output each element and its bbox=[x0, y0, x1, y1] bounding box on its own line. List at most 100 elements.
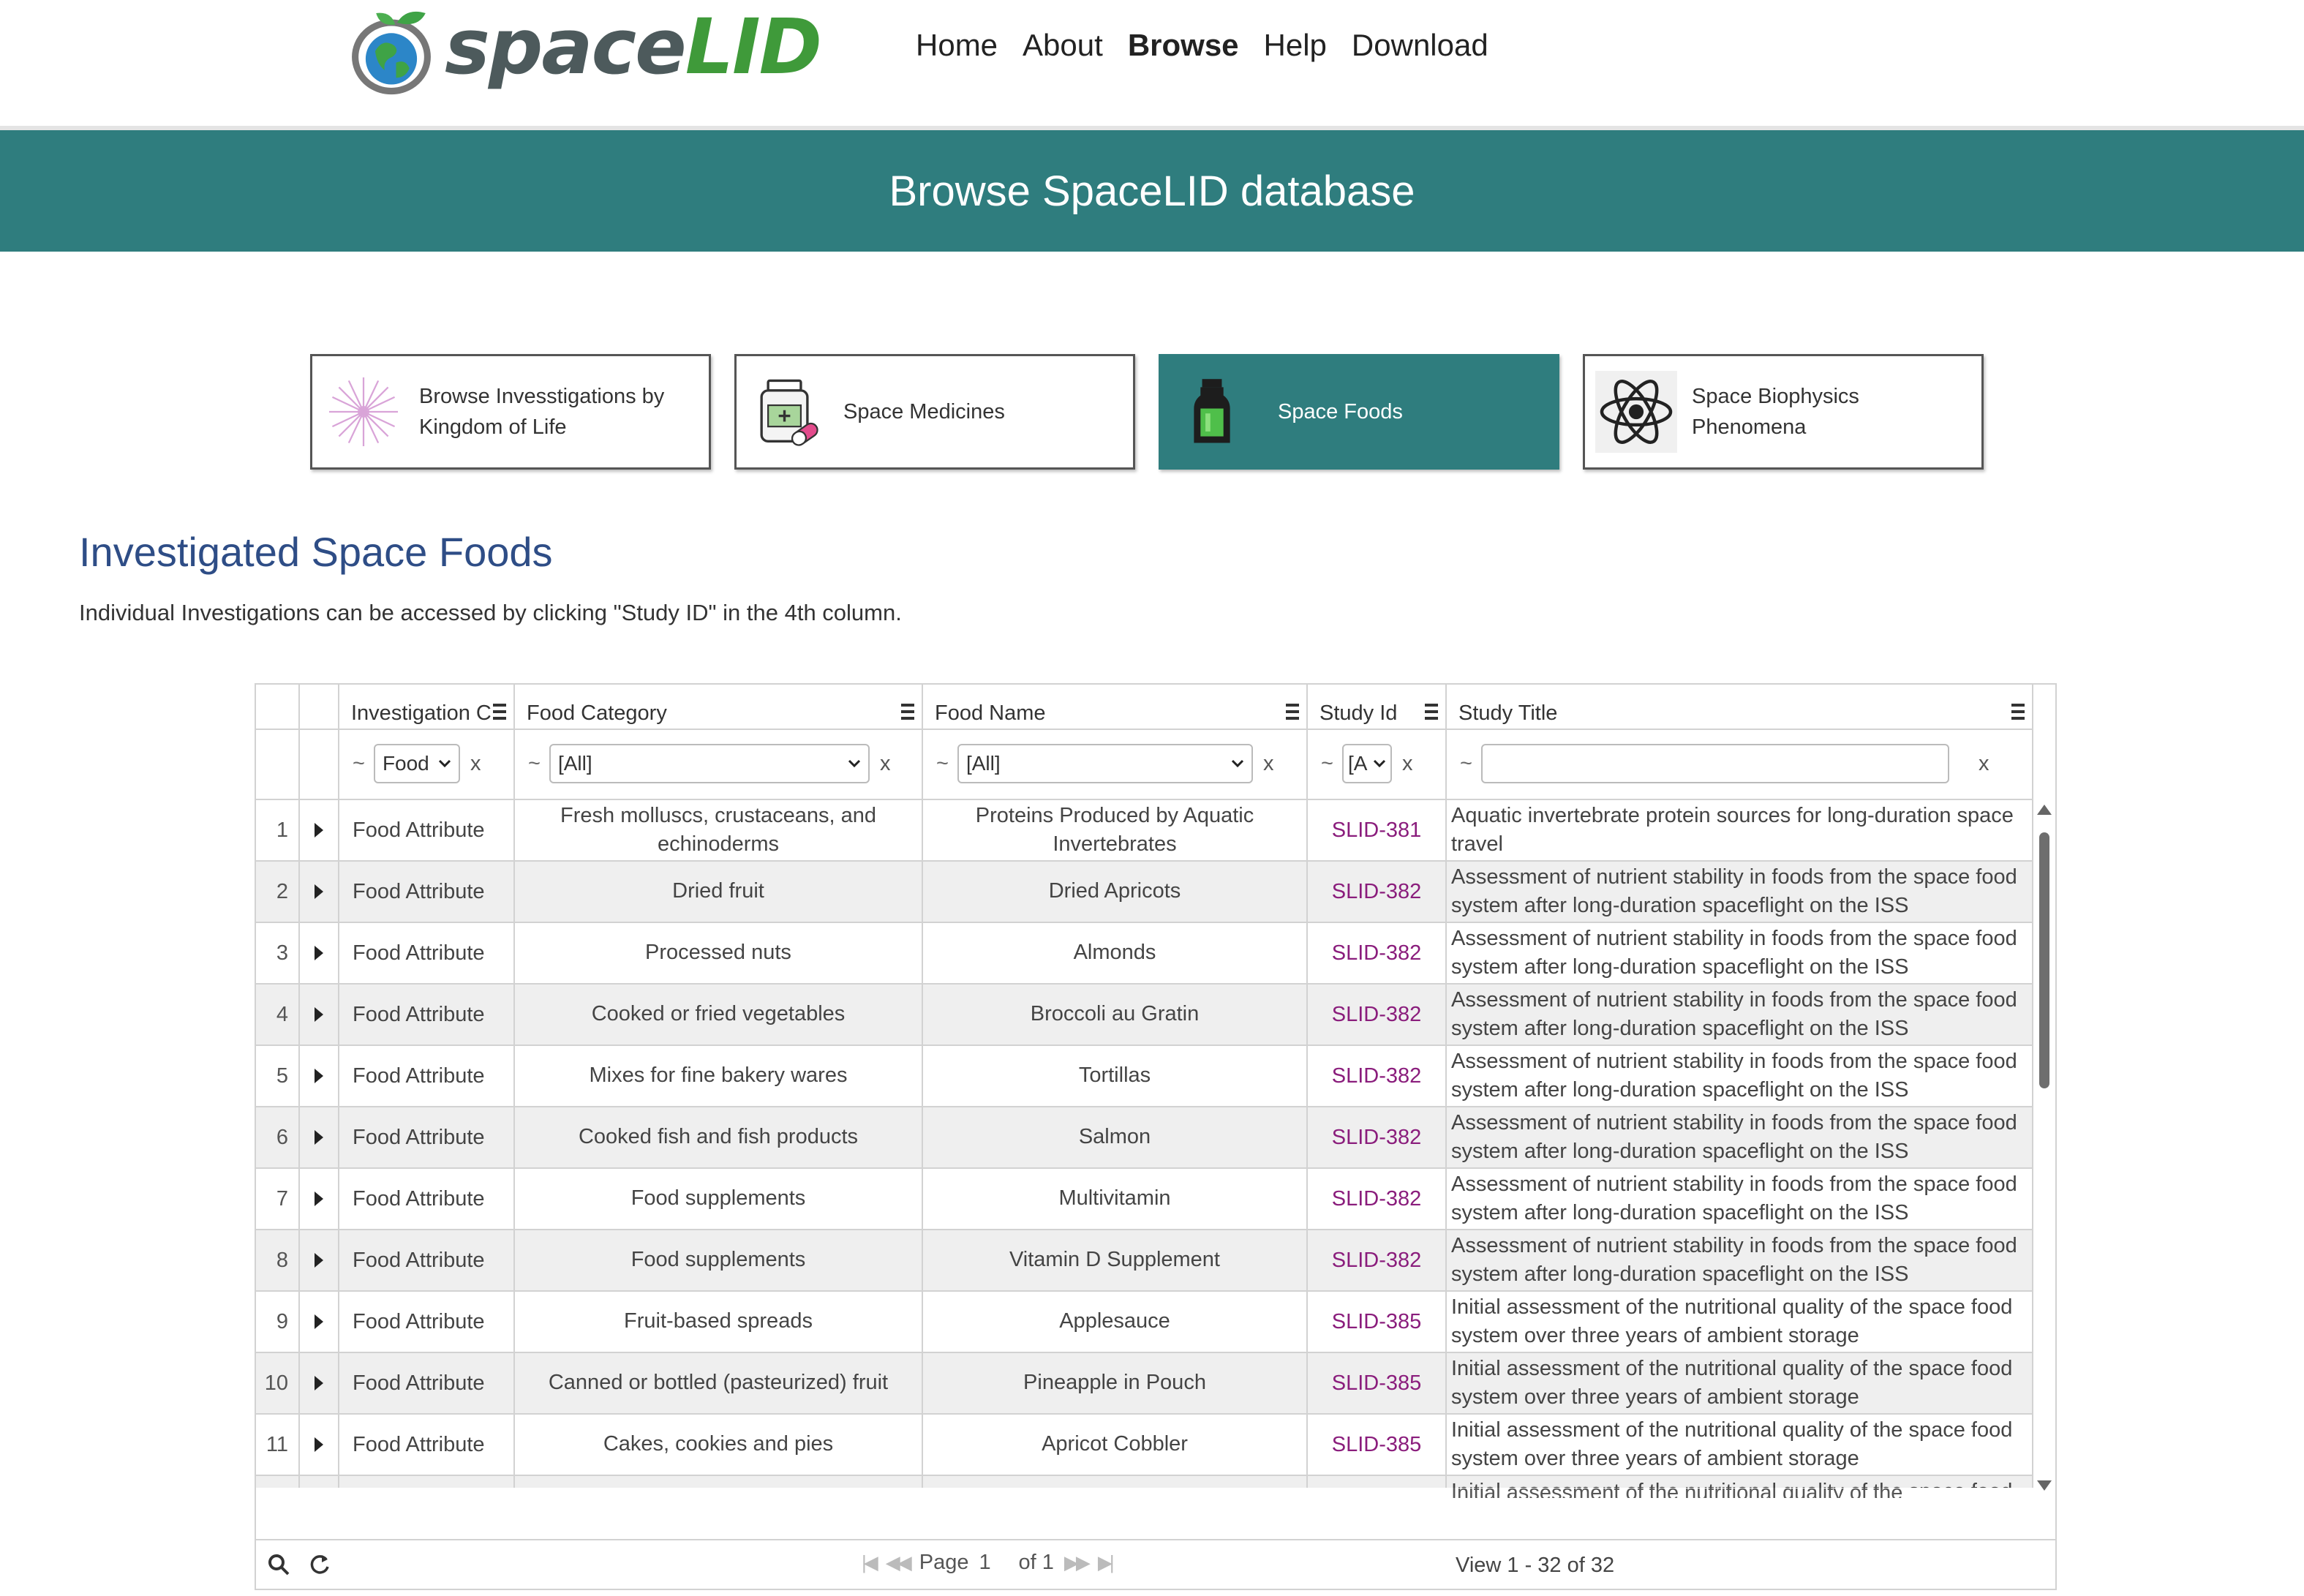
clear-filter-button[interactable]: x bbox=[880, 752, 891, 776]
page-title: Investigated Space Foods bbox=[79, 529, 553, 575]
clear-filter-button[interactable]: x bbox=[1979, 752, 1989, 776]
clear-filter-button[interactable]: x bbox=[1402, 752, 1413, 776]
expand-row-button[interactable] bbox=[300, 1107, 339, 1167]
nav-home[interactable]: Home bbox=[916, 28, 998, 63]
prev-page-icon[interactable]: ◀◀ bbox=[886, 1551, 912, 1574]
chevron-down-icon bbox=[438, 759, 451, 768]
filter-blank bbox=[256, 729, 300, 799]
food-category-filter-select[interactable]: [All] bbox=[549, 744, 870, 783]
filter-operator[interactable]: ~ bbox=[1321, 752, 1333, 776]
expand-row-button[interactable] bbox=[300, 985, 339, 1044]
clear-filter-button[interactable]: x bbox=[1263, 752, 1274, 776]
expand-row-button[interactable] bbox=[300, 862, 339, 922]
table-row[interactable]: 5 Food Attribute Mixes for fine bakery war… bbox=[256, 1046, 2033, 1107]
scrollbar-thumb[interactable] bbox=[2039, 832, 2049, 1088]
expand-row-button[interactable] bbox=[300, 1046, 339, 1106]
last-page-icon[interactable]: ▶| bbox=[1098, 1551, 1115, 1574]
next-page-icon[interactable]: ▶▶ bbox=[1064, 1551, 1091, 1574]
cell-study-title: Initial assessment of the nutritional qu… bbox=[1447, 1415, 2033, 1475]
study-title-filter-input[interactable] bbox=[1480, 744, 1949, 783]
card-space-medicines[interactable]: Space Medicines bbox=[734, 354, 1135, 470]
study-id-link[interactable]: SLID-385 bbox=[1308, 1415, 1447, 1475]
study-id-link[interactable]: SLID-385 bbox=[1308, 1476, 1447, 1488]
filter-row: ~ Food x ~ [All] x ~ [All] x ~ [A x ~ x bbox=[256, 729, 2033, 800]
investigation-filter-select[interactable]: Food bbox=[373, 744, 460, 783]
cell-study-title: Aquatic invertebrate protein sources for… bbox=[1447, 800, 2033, 860]
table-row[interactable]: 12 Food AttributeFruit juiceOrange DrinkS… bbox=[256, 1476, 2033, 1488]
header-food-category[interactable]: Food Category bbox=[515, 685, 923, 729]
expand-row-button[interactable] bbox=[300, 1292, 339, 1352]
table-row[interactable]: 2 Food Attribute Dried fruit Dried Apricots… bbox=[256, 862, 2033, 923]
header-food-name-label: Food Name bbox=[935, 701, 1046, 725]
expand-row-button[interactable] bbox=[300, 1476, 339, 1488]
study-id-link[interactable]: SLID-381 bbox=[1308, 800, 1447, 860]
chevron-down-icon bbox=[1373, 759, 1385, 768]
expand-row-button[interactable] bbox=[300, 923, 339, 983]
nav-browse[interactable]: Browse bbox=[1128, 28, 1239, 63]
table-row[interactable]: 9 Food Attribute Fruit-based spreads Apples… bbox=[256, 1292, 2033, 1353]
study-id-link[interactable]: SLID-382 bbox=[1308, 985, 1447, 1044]
scroll-down-icon[interactable] bbox=[2037, 1480, 2052, 1491]
page-input[interactable]: 1 bbox=[979, 1551, 1008, 1575]
study-id-link[interactable]: SLID-382 bbox=[1308, 1046, 1447, 1106]
table-row[interactable]: 4 Food Attribute Cooked or fried vegetable… bbox=[256, 985, 2033, 1046]
cell-food-category: Cooked fish and fish products bbox=[515, 1107, 923, 1167]
table-row[interactable]: 11 Food Attribute Cakes, cookies and pies A… bbox=[256, 1415, 2033, 1476]
table-row[interactable]: 6 Food Attribute Cooked fish and fish prod… bbox=[256, 1107, 2033, 1169]
study-id-link[interactable]: SLID-385 bbox=[1308, 1292, 1447, 1352]
expand-row-button[interactable] bbox=[300, 800, 339, 860]
food-name-filter-select[interactable]: [All] bbox=[957, 744, 1253, 783]
table-row[interactable]: 3 Food Attribute Processed nuts Almonds SLID… bbox=[256, 923, 2033, 985]
table-row[interactable]: 1 Food Attribute Fresh molluscs, crustacea… bbox=[256, 800, 2033, 862]
filter-operator[interactable]: ~ bbox=[936, 752, 949, 776]
filter-operator[interactable]: ~ bbox=[528, 752, 541, 776]
spacelid-logo[interactable]: spaceLID bbox=[344, 0, 822, 102]
study-id-filter-select[interactable]: [A bbox=[1341, 744, 1392, 783]
clear-filter-button[interactable]: x bbox=[470, 752, 481, 776]
study-id-link[interactable]: SLID-382 bbox=[1308, 923, 1447, 983]
nav-help[interactable]: Help bbox=[1264, 28, 1327, 63]
study-id-link[interactable]: SLID-382 bbox=[1308, 1230, 1447, 1290]
column-menu-icon[interactable] bbox=[1286, 704, 1299, 720]
search-icon[interactable] bbox=[266, 1552, 291, 1577]
space-foods-grid: Investigation C Food Category Food Name … bbox=[255, 683, 2057, 1590]
expand-row-button[interactable] bbox=[300, 1230, 339, 1290]
first-page-icon[interactable]: |◀ bbox=[862, 1551, 878, 1574]
card-kingdom-of-life[interactable]: Browse Invesstigations by Kingdom of Lif… bbox=[310, 354, 711, 470]
filter-investigation: ~ Food x bbox=[339, 729, 515, 799]
nav-about[interactable]: About bbox=[1023, 28, 1103, 63]
column-menu-icon[interactable] bbox=[901, 704, 914, 720]
filter-operator[interactable]: ~ bbox=[1460, 752, 1472, 776]
study-id-link[interactable]: SLID-382 bbox=[1308, 862, 1447, 922]
grid-scrollbar[interactable] bbox=[2033, 800, 2055, 1532]
expand-row-button[interactable] bbox=[300, 1353, 339, 1413]
study-id-link[interactable]: SLID-385 bbox=[1308, 1353, 1447, 1413]
chevron-down-icon bbox=[1231, 759, 1243, 768]
column-menu-icon[interactable] bbox=[2011, 704, 2025, 720]
study-id-link[interactable]: SLID-382 bbox=[1308, 1107, 1447, 1167]
cell-food-name: Applesauce bbox=[923, 1292, 1308, 1352]
column-menu-icon[interactable] bbox=[493, 704, 506, 720]
expand-row-button[interactable] bbox=[300, 1169, 339, 1229]
row-number: 11 bbox=[256, 1415, 300, 1475]
filter-operator[interactable]: ~ bbox=[353, 752, 365, 776]
scroll-up-icon[interactable] bbox=[2037, 805, 2052, 815]
table-row[interactable]: 8 Food Attribute Food supplements Vitamin D… bbox=[256, 1230, 2033, 1292]
table-row[interactable]: 7 Food Attribute Food supplements Multivita… bbox=[256, 1169, 2033, 1230]
nav-download[interactable]: Download bbox=[1352, 28, 1488, 63]
table-row[interactable]: 10 Food Attribute Canned or bottled (paste… bbox=[256, 1353, 2033, 1415]
cell-food-category: Fruit-based spreads bbox=[515, 1292, 923, 1352]
caret-right-icon bbox=[315, 1007, 323, 1022]
refresh-icon[interactable] bbox=[307, 1552, 332, 1577]
filter-value: Food bbox=[382, 752, 429, 775]
header-study-title[interactable]: Study Title bbox=[1447, 685, 2033, 729]
card-space-foods[interactable]: Space Foods bbox=[1159, 354, 1559, 470]
card-space-biophysics[interactable]: Space Biophysics Phenomena bbox=[1583, 354, 1984, 470]
header-food-name[interactable]: Food Name bbox=[923, 685, 1308, 729]
cell-investigation: Food Attribute bbox=[339, 1476, 515, 1488]
expand-row-button[interactable] bbox=[300, 1415, 339, 1475]
study-id-link[interactable]: SLID-382 bbox=[1308, 1169, 1447, 1229]
header-investigation[interactable]: Investigation C bbox=[339, 685, 515, 729]
column-menu-icon[interactable] bbox=[1425, 704, 1438, 720]
header-study-id[interactable]: Study Id bbox=[1308, 685, 1447, 729]
